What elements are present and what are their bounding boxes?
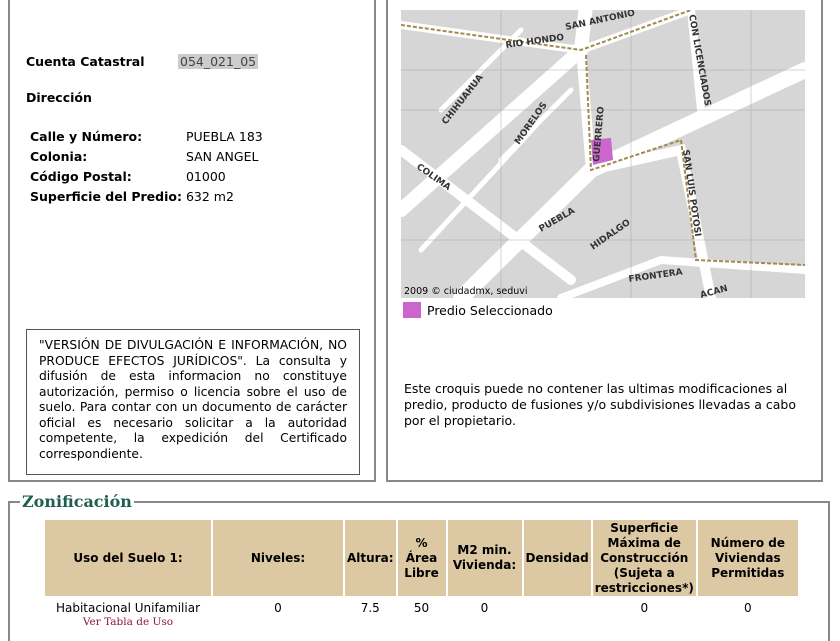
ver-tabla-de-uso-link[interactable]: Ver Tabla de Uso [83, 616, 173, 628]
col-header: M2 min. Vivienda: [447, 520, 522, 596]
zonificacion-table: Uso del Suelo 1: Niveles: Altura: % Área… [43, 518, 800, 632]
altura-value: 7.5 [360, 601, 380, 615]
addr-value: 632 m2 [185, 188, 234, 204]
uso-value: Habitacional Unifamiliar [55, 601, 201, 615]
map-panel: SAN ANTONIO RIO HONDO CHIHUAHUA MORELOS … [386, 0, 823, 482]
addr-label: Código Postal: [30, 168, 132, 184]
cuenta-catastral: Cuenta Catastral 054_021_05 [26, 54, 259, 69]
cuenta-label: Cuenta Catastral [26, 54, 145, 69]
m2-min-value: 0 [480, 601, 489, 615]
addr-label: Calle y Número: [30, 128, 143, 144]
addr-value: PUEBLA 183 [185, 128, 263, 144]
addr-value: SAN ANGEL [185, 148, 259, 164]
col-header: Uso del Suelo 1: [45, 520, 211, 596]
direccion-heading: Dirección [26, 90, 92, 105]
legend-label: Predio Seleccionado [427, 302, 553, 318]
cuenta-value: 054_021_05 [178, 54, 259, 69]
zonificacion-section: Zonificación Uso del Suelo 1: Niveles: A… [8, 492, 830, 641]
croquis-map[interactable]: SAN ANTONIO RIO HONDO CHIHUAHUA MORELOS … [401, 10, 805, 298]
address-table: Calle y Número: PUEBLA 183 Colonia: SAN AN… [28, 126, 265, 206]
map-legend: Predio Seleccionado [403, 302, 553, 318]
addr-label: Superficie del Predio: [30, 188, 182, 204]
predio-info-panel: Cuenta Catastral 054_021_05 Dirección Ca… [8, 0, 376, 482]
niveles-value: 0 [274, 601, 282, 615]
table-row: Habitacional Unifamiliar Ver Tabla de Uso… [45, 598, 798, 630]
densidad-value [524, 598, 591, 630]
map-credit: 2009 © ciudadmx, seduvi [404, 286, 528, 297]
col-header: % Área Libre [397, 520, 446, 596]
area-libre-value: 50 [413, 601, 430, 615]
map-note: Este croquis puede no contener las ultim… [404, 381, 796, 428]
col-header: Niveles: [213, 520, 343, 596]
col-header: Densidad [523, 520, 591, 596]
predio-swatch-icon [403, 302, 421, 318]
col-header: Superficie Máxima de Construcción (Sujet… [592, 520, 696, 596]
zonificacion-title: Zonificación [20, 492, 134, 511]
superficie-value: 0 [640, 601, 649, 615]
disclaimer-box: "VERSIÓN DE DIVULGACIÓN E INFORMACIÓN, N… [26, 329, 360, 475]
col-header: Número de Viviendas Permitidas [697, 520, 798, 596]
addr-label: Colonia: [30, 148, 88, 164]
col-header: Altura: [345, 520, 396, 596]
addr-value: 01000 [185, 168, 226, 184]
viviendas-value: 0 [744, 601, 752, 615]
